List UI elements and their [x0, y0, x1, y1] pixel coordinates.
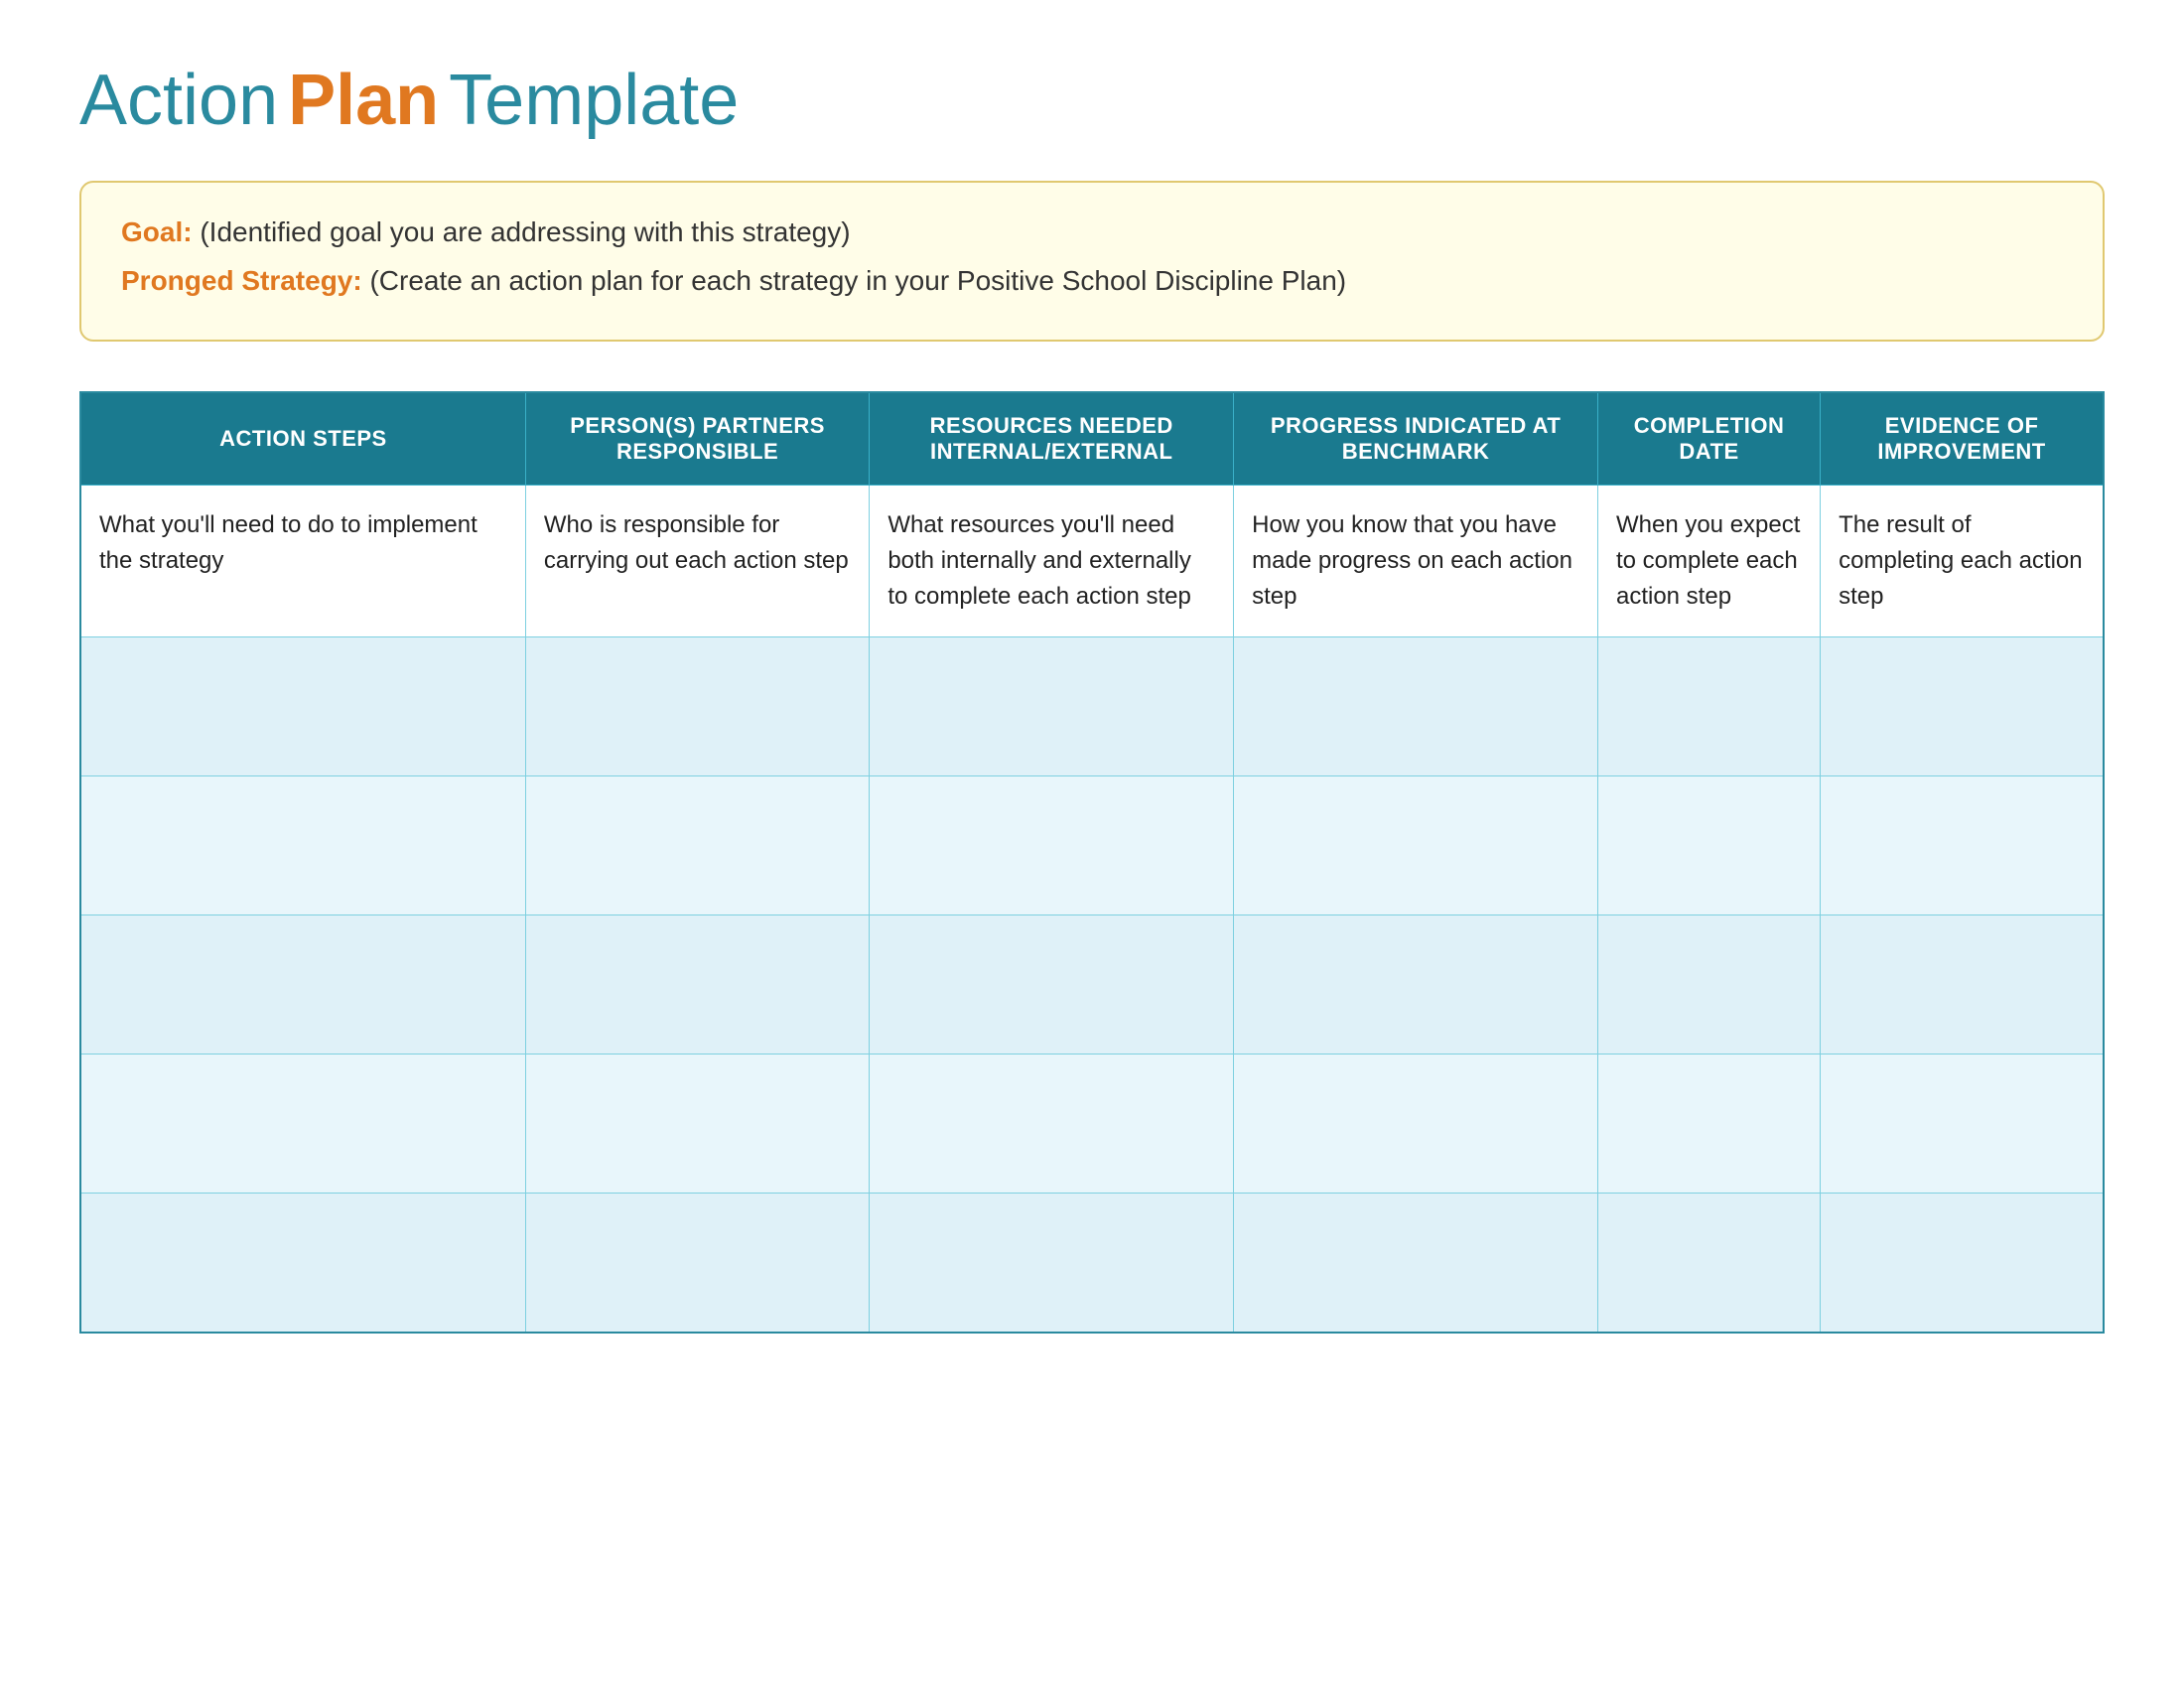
table-row-description: What you'll need to do to implement the …: [80, 486, 2104, 637]
cell-completion-1[interactable]: [1597, 637, 1820, 776]
cell-resources-5[interactable]: [870, 1194, 1234, 1333]
cell-evidence-desc: The result of completing each action ste…: [1821, 486, 2104, 637]
cell-action-4[interactable]: [80, 1055, 525, 1194]
cell-evidence-2[interactable]: [1821, 776, 2104, 915]
pronged-line: Pronged Strategy: (Create an action plan…: [121, 261, 2063, 300]
cell-evidence-5[interactable]: [1821, 1194, 2104, 1333]
title-template: Template: [449, 60, 739, 141]
action-plan-table: ACTION STEPS PERSON(S) PARTNERS RESPONSI…: [79, 391, 2105, 1334]
cell-progress-3[interactable]: [1234, 915, 1598, 1055]
cell-evidence-3[interactable]: [1821, 915, 2104, 1055]
header-persons: PERSON(S) PARTNERS RESPONSIBLE: [525, 392, 869, 486]
table-header-row: ACTION STEPS PERSON(S) PARTNERS RESPONSI…: [80, 392, 2104, 486]
cell-progress-2[interactable]: [1234, 776, 1598, 915]
goal-text: (Identified goal you are addressing with…: [200, 216, 850, 247]
cell-progress-1[interactable]: [1234, 637, 1598, 776]
cell-progress-desc: How you know that you have made progress…: [1234, 486, 1598, 637]
cell-progress-5[interactable]: [1234, 1194, 1598, 1333]
cell-completion-5[interactable]: [1597, 1194, 1820, 1333]
cell-completion-2[interactable]: [1597, 776, 1820, 915]
cell-action-desc: What you'll need to do to implement the …: [80, 486, 525, 637]
header-completion: COMPLETION DATE: [1597, 392, 1820, 486]
header-progress: PROGRESS INDICATED AT BENCHMARK: [1234, 392, 1598, 486]
cell-persons-2[interactable]: [525, 776, 869, 915]
table-row: [80, 915, 2104, 1055]
cell-resources-4[interactable]: [870, 1055, 1234, 1194]
cell-persons-5[interactable]: [525, 1194, 869, 1333]
cell-evidence-4[interactable]: [1821, 1055, 2104, 1194]
cell-action-2[interactable]: [80, 776, 525, 915]
cell-action-5[interactable]: [80, 1194, 525, 1333]
cell-progress-4[interactable]: [1234, 1055, 1598, 1194]
header-action-steps: ACTION STEPS: [80, 392, 525, 486]
cell-persons-3[interactable]: [525, 915, 869, 1055]
cell-resources-3[interactable]: [870, 915, 1234, 1055]
pronged-label: Pronged Strategy:: [121, 265, 362, 296]
table-row: [80, 637, 2104, 776]
cell-resources-2[interactable]: [870, 776, 1234, 915]
table-row: [80, 776, 2104, 915]
goal-label: Goal:: [121, 216, 193, 247]
cell-evidence-1[interactable]: [1821, 637, 2104, 776]
cell-resources-1[interactable]: [870, 637, 1234, 776]
table-row: [80, 1055, 2104, 1194]
goal-box: Goal: (Identified goal you are addressin…: [79, 181, 2105, 342]
goal-line: Goal: (Identified goal you are addressin…: [121, 212, 2063, 251]
cell-completion-3[interactable]: [1597, 915, 1820, 1055]
cell-persons-4[interactable]: [525, 1055, 869, 1194]
title-action: Action: [79, 60, 278, 141]
page-header: Action Plan Template: [79, 60, 2105, 141]
header-resources: RESOURCES NEEDED INTERNAL/EXTERNAL: [870, 392, 1234, 486]
cell-persons-1[interactable]: [525, 637, 869, 776]
pronged-text: (Create an action plan for each strategy…: [369, 265, 1346, 296]
cell-completion-4[interactable]: [1597, 1055, 1820, 1194]
cell-action-1[interactable]: [80, 637, 525, 776]
cell-resources-desc: What resources you'll need both internal…: [870, 486, 1234, 637]
header-evidence: EVIDENCE OF IMPROVEMENT: [1821, 392, 2104, 486]
cell-completion-desc: When you expect to complete each action …: [1597, 486, 1820, 637]
cell-action-3[interactable]: [80, 915, 525, 1055]
page-title: Action Plan Template: [79, 60, 2105, 141]
title-plan: Plan: [288, 60, 439, 141]
cell-persons-desc: Who is responsible for carrying out each…: [525, 486, 869, 637]
table-row: [80, 1194, 2104, 1333]
